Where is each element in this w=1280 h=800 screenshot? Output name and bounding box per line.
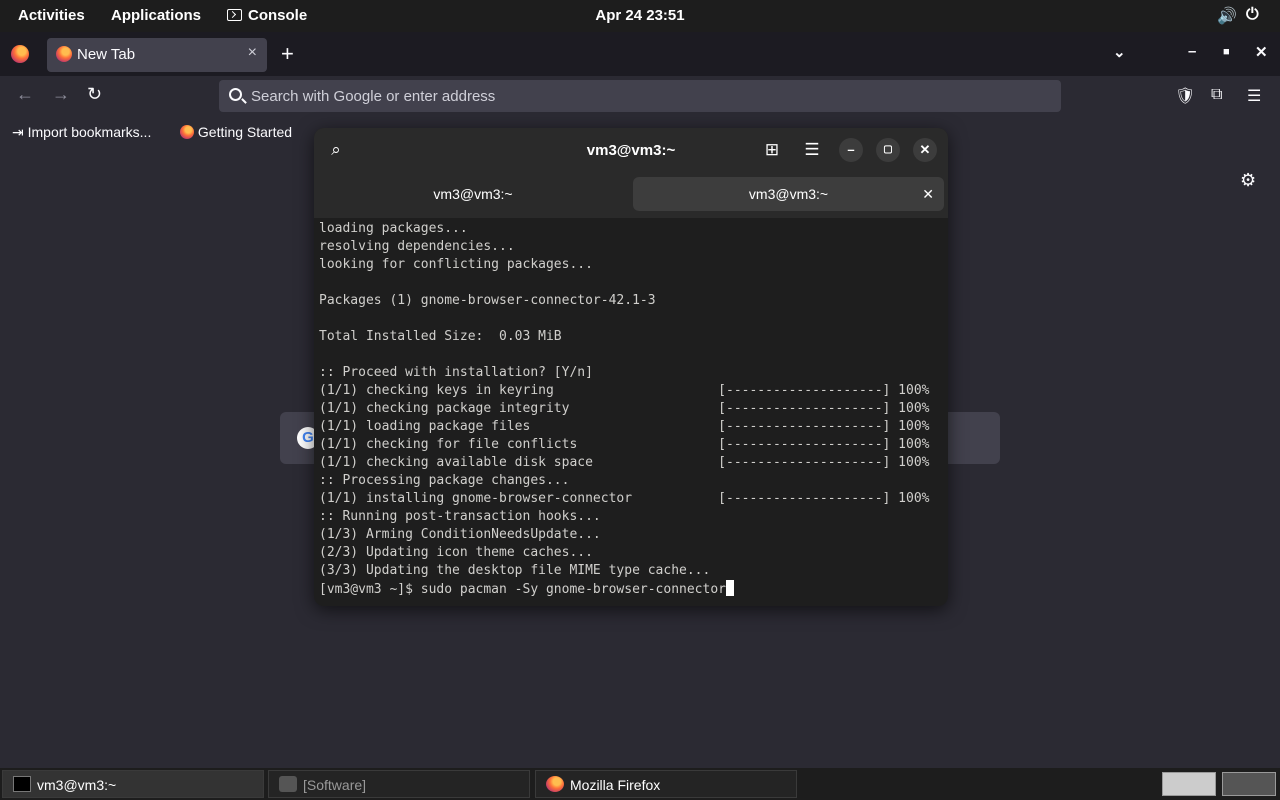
applications-menu[interactable]: Applications <box>111 7 201 24</box>
terminal-line: (3/3) Updating the desktop file MIME typ… <box>319 563 711 578</box>
terminal-line: (1/1) installing gnome-browser-connector… <box>319 491 930 506</box>
tab-title: New Tab <box>77 46 136 63</box>
power-icon[interactable]: ⏻ <box>1246 6 1259 24</box>
terminal-tab-label: vm3@vm3:~ <box>748 186 829 202</box>
taskbar-item-firefox[interactable]: Mozilla Firefox <box>535 770 797 798</box>
close-window-icon[interactable]: ✕ <box>1255 43 1268 61</box>
taskbar-item-label: Mozilla Firefox <box>570 777 661 793</box>
terminal-line: (1/1) checking for file conflicts [-----… <box>319 437 930 452</box>
browser-tab-new-tab[interactable]: New Tab × <box>47 38 267 72</box>
new-terminal-tab-icon[interactable]: ⊞ <box>759 137 785 163</box>
terminal-line: :: Processing package changes... <box>319 473 570 488</box>
pocket-icon[interactable]: 🛡 <box>1175 86 1195 106</box>
console-label: Console <box>248 7 308 24</box>
firefox-tab-icon <box>56 46 72 62</box>
clock[interactable]: Apr 24 23:51 <box>595 7 684 24</box>
workspace-2[interactable] <box>1222 772 1276 796</box>
terminal-output[interactable]: loading packages... resolving dependencie… <box>319 220 947 604</box>
top-bar: Activities Applications Console Apr 24 2… <box>0 0 1280 32</box>
volume-icon[interactable]: 🔊 <box>1217 6 1237 26</box>
terminal-menu-icon[interactable]: ☰ <box>799 137 825 163</box>
minimize-window-icon[interactable]: – <box>1188 43 1196 60</box>
taskbar-item-label: [Software] <box>303 777 367 793</box>
import-bookmarks-label: Import bookmarks... <box>27 124 152 140</box>
terminal-prompt-line[interactable]: [vm3@vm3 ~]$ sudo pacman -Sy gnome-brows… <box>319 580 947 599</box>
taskbar: vm3@vm3:~ [Software] Mozilla Firefox <box>0 768 1280 800</box>
getting-started-link[interactable]: Getting Started <box>180 124 292 140</box>
terminal-line: looking for conflicting packages... <box>319 257 593 272</box>
getting-started-label: Getting Started <box>197 124 293 140</box>
new-tab-button[interactable]: + <box>281 41 294 67</box>
terminal-line: (1/1) checking keys in keyring [--------… <box>319 383 930 398</box>
tab-close-icon[interactable]: × <box>248 44 257 62</box>
activities-button[interactable]: Activities <box>18 7 85 24</box>
software-app-icon <box>279 776 297 792</box>
terminal-close-icon[interactable]: ✕ <box>913 138 937 162</box>
terminal-line: :: Proceed with installation? [Y/n] <box>319 365 593 380</box>
import-bookmarks-link[interactable]: ⇥ Import bookmarks... <box>12 124 151 141</box>
taskbar-item-terminal[interactable]: vm3@vm3:~ <box>2 770 264 798</box>
firefox-app-icon <box>546 776 564 792</box>
gear-icon[interactable]: ⚙ <box>1240 170 1256 191</box>
hamburger-menu-icon[interactable]: ☰ <box>1247 86 1261 106</box>
terminal-tab-close-icon[interactable]: ✕ <box>922 177 934 211</box>
terminal-line: (1/3) Arming ConditionNeedsUpdate... <box>319 527 601 542</box>
terminal-line: (1/1) checking available disk space [---… <box>319 455 930 470</box>
taskbar-item-label: vm3@vm3:~ <box>37 777 117 793</box>
terminal-maximize-icon[interactable]: ▢ <box>876 138 900 162</box>
terminal-line: (1/1) loading package files [-----------… <box>319 419 930 434</box>
import-icon: ⇥ <box>12 124 24 140</box>
terminal-window: ⌕ vm3@vm3:~ ⊞ ☰ – ▢ ✕ vm3@vm3:~ vm3@vm3:… <box>314 128 948 606</box>
terminal-tab-1[interactable]: vm3@vm3:~ <box>318 177 628 211</box>
terminal-minimize-icon[interactable]: – <box>839 138 863 162</box>
terminal-line: :: Running post-transaction hooks... <box>319 509 601 524</box>
terminal-line: Packages (1) gnome-browser-connector-42.… <box>319 293 656 308</box>
address-bar[interactable] <box>219 80 1061 112</box>
terminal-line: (1/1) checking package integrity [------… <box>319 401 930 416</box>
console-icon <box>227 9 242 21</box>
terminal-line: resolving dependencies... <box>319 239 515 254</box>
search-icon <box>229 88 242 101</box>
maximize-window-icon[interactable]: ■ <box>1223 46 1230 58</box>
terminal-tab-label: vm3@vm3:~ <box>433 186 513 202</box>
terminal-header-bar: ⌕ vm3@vm3:~ ⊞ ☰ – ▢ ✕ <box>314 128 948 172</box>
extensions-icon[interactable]: ⧉ <box>1211 86 1222 104</box>
terminal-cursor <box>726 580 734 596</box>
terminal-tab-2[interactable]: vm3@vm3:~ ✕ <box>633 177 944 211</box>
list-all-tabs-icon[interactable]: ⌄ <box>1113 43 1126 61</box>
terminal-tab-bar: vm3@vm3:~ vm3@vm3:~ ✕ <box>314 172 948 218</box>
back-arrow-icon[interactable]: ← <box>16 84 34 105</box>
terminal-search-icon[interactable]: ⌕ <box>323 137 349 163</box>
terminal-line: (2/3) Updating icon theme caches... <box>319 545 593 560</box>
firefox-bookmark-icon <box>180 125 194 139</box>
firefox-view-icon[interactable] <box>11 45 29 63</box>
terminal-line: Total Installed Size: 0.03 MiB <box>319 329 562 344</box>
taskbar-item-software[interactable]: [Software] <box>268 770 530 798</box>
forward-arrow-icon[interactable]: → <box>52 84 70 105</box>
console-app-menu[interactable]: Console <box>227 7 307 24</box>
workspace-1[interactable] <box>1162 772 1216 796</box>
terminal-line: loading packages... <box>319 221 468 236</box>
address-input[interactable] <box>251 84 1041 108</box>
terminal-app-icon <box>13 776 31 792</box>
terminal-prompt: [vm3@vm3 ~]$ sudo pacman -Sy gnome-brows… <box>319 582 726 597</box>
reload-icon[interactable]: ↻ <box>87 84 102 105</box>
